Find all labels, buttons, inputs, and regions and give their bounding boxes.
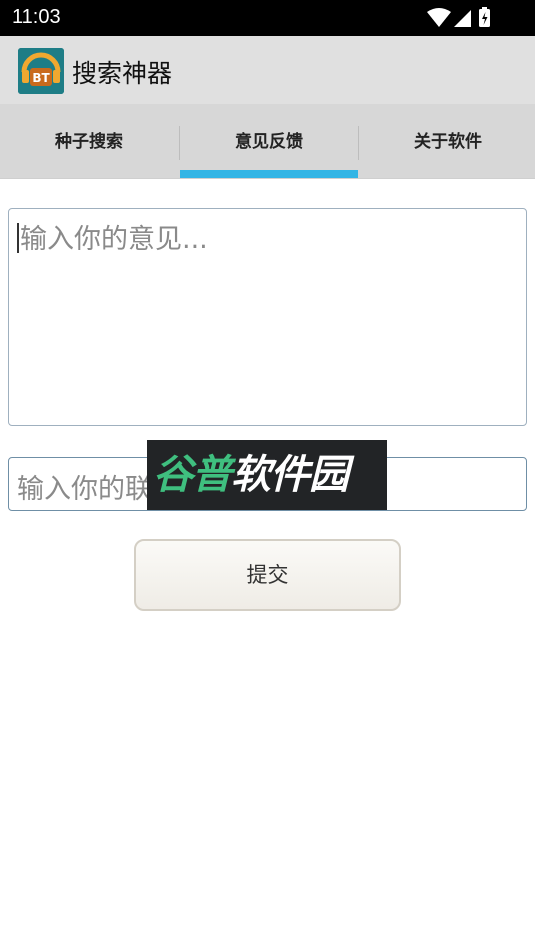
app-bar: BT 搜索神器 [0, 36, 535, 104]
app-logo-icon: BT [18, 48, 64, 94]
signal-icon [454, 10, 471, 27]
feedback-input[interactable]: 输入你的意见... [8, 208, 527, 426]
status-icons [427, 7, 495, 29]
status-time: 11:03 [12, 6, 61, 28]
watermark-part1: 谷普 [153, 452, 232, 498]
wifi-icon [427, 8, 451, 27]
app-logo-text: BT [32, 71, 50, 85]
tab-feedback[interactable]: 意见反馈 [180, 104, 358, 178]
status-bar: 11:03 [0, 0, 535, 36]
battery-icon [479, 7, 490, 27]
watermark-logo: 谷普软件园 [147, 440, 387, 510]
feedback-placeholder: 输入你的意见... [20, 224, 208, 255]
selected-tab-indicator [180, 170, 358, 178]
tab-seed-search[interactable]: 种子搜索 [0, 104, 178, 178]
text-cursor [17, 223, 19, 253]
submit-button[interactable]: 提交 [134, 539, 401, 611]
tab-bar: 种子搜索 意见反馈 关于软件 [0, 104, 535, 179]
tab-about[interactable]: 关于软件 [359, 104, 535, 178]
watermark-part2: 软件园 [231, 452, 349, 498]
app-title: 搜索神器 [72, 59, 173, 88]
